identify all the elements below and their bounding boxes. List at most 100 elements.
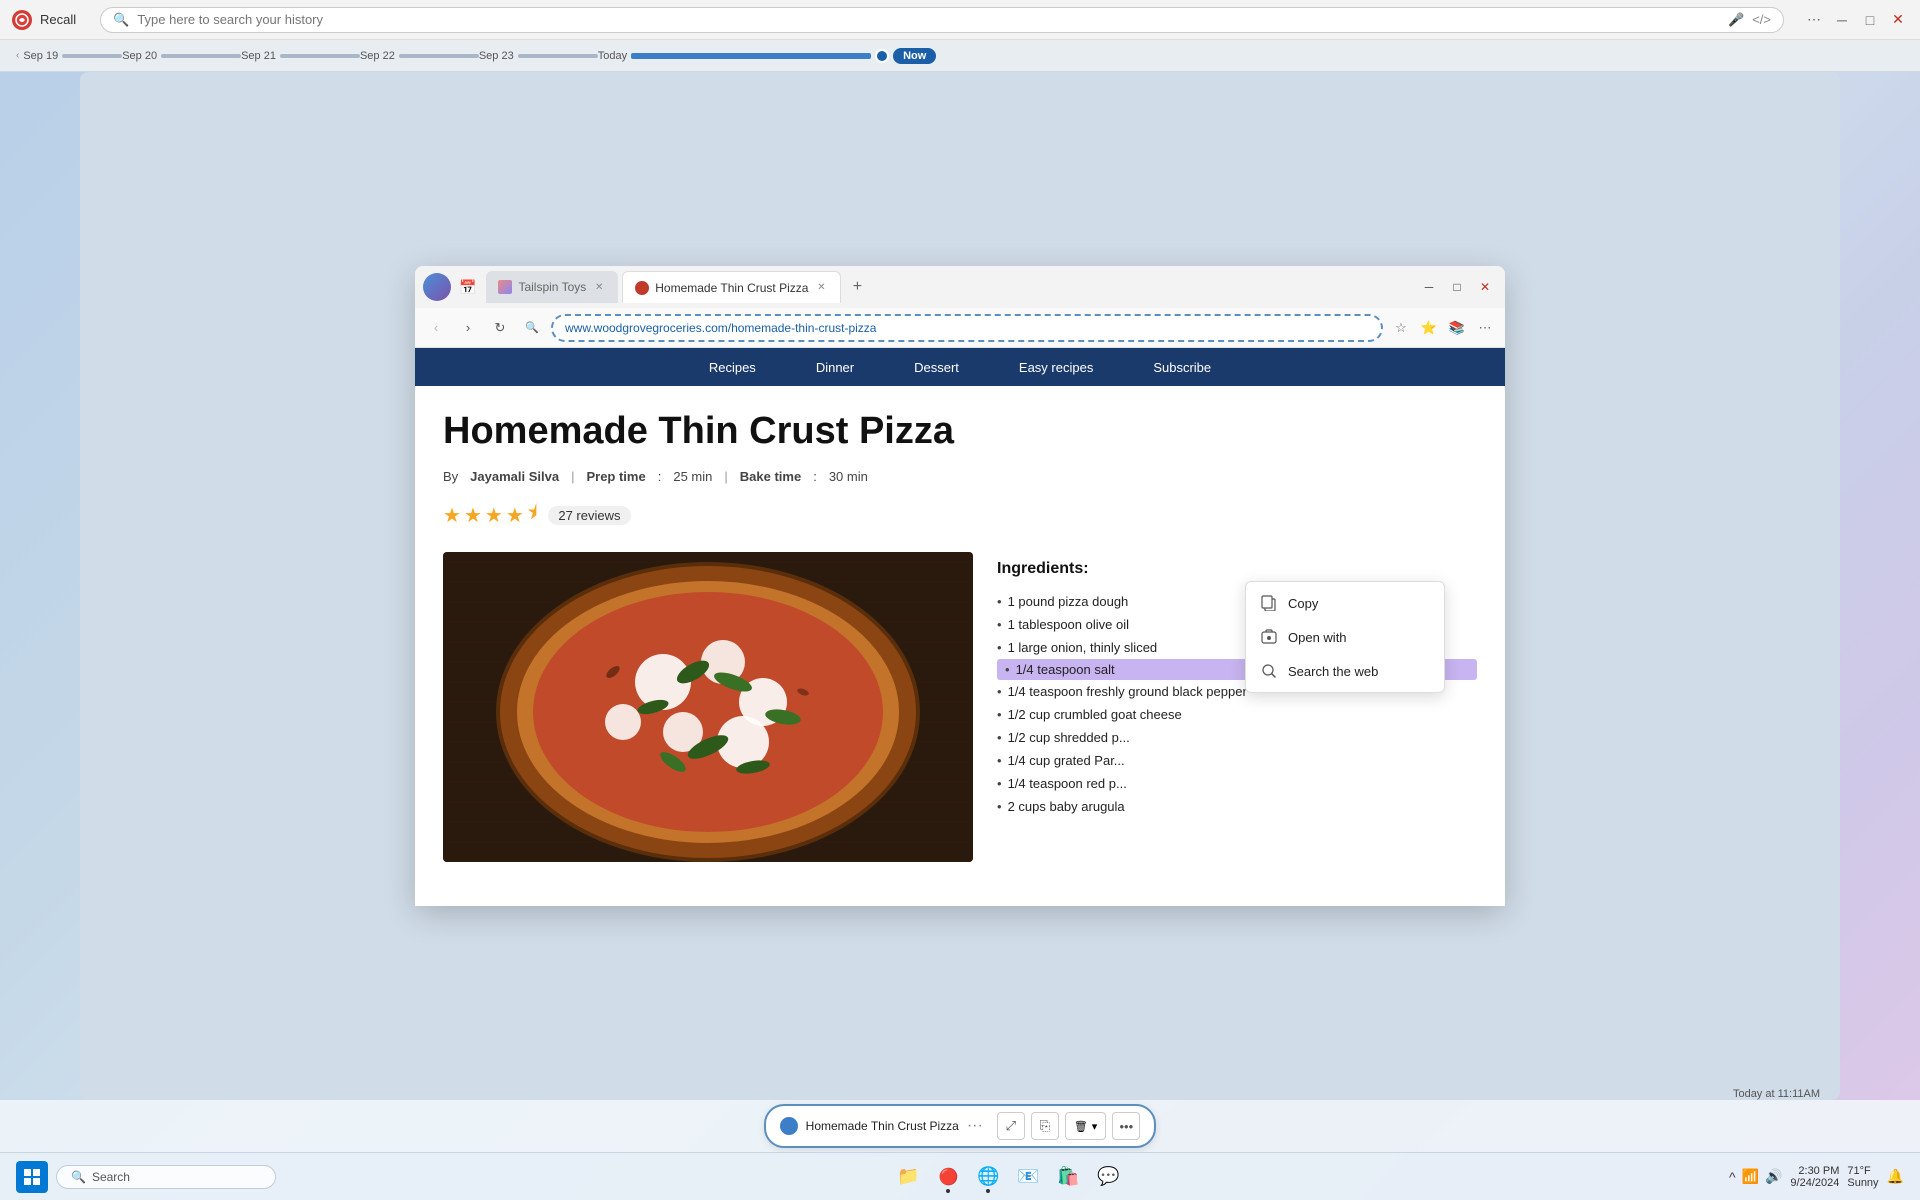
new-tab-button[interactable]: +: [845, 275, 869, 299]
timeline-bar-sep21: [280, 54, 360, 58]
nav-dessert[interactable]: Dessert: [914, 360, 959, 375]
star-2: ★: [464, 503, 482, 528]
recall-thumbnail[interactable]: Homemade Thin Crust Pizza ··· ⤢ ⎘ 🗑 ▾ ••…: [764, 1104, 1157, 1148]
timeline-section-sep22[interactable]: Sep 22: [360, 50, 479, 62]
url-field[interactable]: www.woodgrovegroceries.com/homemade-thin…: [551, 314, 1383, 342]
tab-pizza-close[interactable]: ✕: [814, 281, 828, 295]
recall-expand-button[interactable]: ⤢: [997, 1112, 1025, 1140]
code-icon[interactable]: </>: [1752, 12, 1771, 27]
bake-label: Bake time: [740, 469, 801, 484]
weather-widget[interactable]: 71°F Sunny: [1847, 1165, 1878, 1189]
taskbar-app-mail[interactable]: 📧: [1010, 1159, 1046, 1195]
mail-icon: 📧: [1017, 1166, 1039, 1187]
timeline-date-sep21: Sep 21: [241, 50, 276, 62]
nav-dinner[interactable]: Dinner: [816, 360, 854, 375]
timeline-section-sep21[interactable]: Sep 21: [241, 50, 360, 62]
window-controls: ⋯ ─ □ ✕: [1804, 10, 1908, 30]
app-icon: [12, 10, 32, 30]
recall-delete-dropdown[interactable]: 🗑 ▾: [1065, 1112, 1107, 1140]
context-menu-copy[interactable]: Copy: [1246, 586, 1444, 620]
timeline-section-sep20[interactable]: Sep 20: [122, 50, 241, 62]
taskbar-clock[interactable]: 2:30 PM 9/24/2024: [1790, 1165, 1839, 1189]
timeline-now-button[interactable]: Now: [893, 48, 936, 64]
volume-icon[interactable]: 🔊: [1765, 1168, 1782, 1185]
active-indicator: [946, 1189, 950, 1193]
context-menu-open-with[interactable]: Open with: [1246, 620, 1444, 654]
star-icon[interactable]: ⭐: [1417, 316, 1441, 340]
tailspin-favicon: [498, 280, 512, 294]
meta-separator-1: |: [571, 469, 574, 484]
more-icon[interactable]: ⋯: [1473, 316, 1497, 340]
app-title: Recall: [40, 12, 76, 27]
browser-close-button[interactable]: ✕: [1473, 275, 1497, 299]
weather-desc: Sunny: [1847, 1177, 1878, 1189]
tab-pizza[interactable]: Homemade Thin Crust Pizza ✕: [622, 271, 841, 303]
browser-maximize-button[interactable]: □: [1445, 275, 1469, 299]
taskbar-app-browser[interactable]: 🌐: [970, 1159, 1006, 1195]
open-with-icon: [1260, 628, 1278, 646]
timeline-date-sep23: Sep 23: [479, 50, 514, 62]
timeline-date-sep20: Sep 20: [122, 50, 157, 62]
store-icon: 🛍️: [1057, 1166, 1079, 1187]
nav-subscribe[interactable]: Subscribe: [1153, 360, 1211, 375]
back-button[interactable]: ‹: [423, 315, 449, 341]
timeline-date-sep22: Sep 22: [360, 50, 395, 62]
search-web-icon: [1260, 662, 1278, 680]
nav-recipes[interactable]: Recipes: [709, 360, 756, 375]
more-options-button[interactable]: ⋯: [1804, 10, 1824, 30]
nav-easy[interactable]: Easy recipes: [1019, 360, 1093, 375]
chevron-icon[interactable]: ^: [1729, 1169, 1736, 1185]
taskbar-app-teams[interactable]: 💬: [1090, 1159, 1126, 1195]
recall-thumb-title: Homemade Thin Crust Pizza: [806, 1119, 959, 1133]
search-address-icon: 🔍: [519, 315, 545, 341]
taskbar-apps: 📁 🔴 🌐 📧 🛍️ 💬: [288, 1159, 1729, 1195]
tab-tailspin[interactable]: Tailspin Toys ✕: [486, 271, 618, 303]
recall-copy-button[interactable]: ⎘: [1031, 1112, 1059, 1140]
minimize-button[interactable]: ─: [1832, 10, 1852, 30]
context-menu-search-web[interactable]: Search the web: [1246, 654, 1444, 688]
context-menu: Copy Open with Search the web: [1245, 581, 1445, 693]
browser-window-controls: ─ □ ✕: [1417, 275, 1497, 299]
favorites-icon[interactable]: ☆: [1389, 316, 1413, 340]
system-tray: ^ 📶 🔊: [1729, 1168, 1782, 1185]
maximize-button[interactable]: □: [1860, 10, 1880, 30]
taskbar-search-bar[interactable]: 🔍 Search: [56, 1165, 276, 1189]
network-icon[interactable]: 📶: [1742, 1168, 1759, 1185]
delete-icon: 🗑: [1074, 1120, 1088, 1133]
recall-more-button[interactable]: •••: [1112, 1112, 1140, 1140]
recall-search-bar[interactable]: 🔍 🎤 </>: [100, 7, 1784, 33]
tab-tailspin-label: Tailspin Toys: [518, 280, 586, 294]
timeline-section-today[interactable]: Today: [598, 49, 889, 63]
copy-label: Copy: [1288, 596, 1318, 611]
taskbar-app-recall[interactable]: 🔴: [930, 1159, 966, 1195]
refresh-button[interactable]: ↻: [487, 315, 513, 341]
clock-date: 9/24/2024: [1790, 1177, 1839, 1189]
timeline-bar-sep20: [161, 54, 241, 58]
browser-icon: 🌐: [977, 1166, 999, 1187]
collections-icon[interactable]: 📚: [1445, 316, 1469, 340]
recall-search-input[interactable]: [137, 12, 1720, 27]
ingredients-title: Ingredients:: [997, 560, 1477, 578]
recall-thumb-icon: [780, 1117, 798, 1135]
taskbar-app-store[interactable]: 🛍️: [1050, 1159, 1086, 1195]
notification-bell[interactable]: 🔔: [1887, 1168, 1904, 1185]
close-button[interactable]: ✕: [1888, 10, 1908, 30]
timeline-section-sep23[interactable]: Sep 23: [479, 50, 598, 62]
voice-icon[interactable]: 🎤: [1728, 12, 1744, 28]
taskbar-app-files[interactable]: 📁: [890, 1159, 926, 1195]
timeline-section-sep19[interactable]: ‹ Sep 19: [16, 50, 122, 62]
timeline-date-sep19: Sep 19: [23, 50, 58, 62]
ingredient-8: 1/4 teaspoon red p...: [997, 772, 1477, 795]
address-bar-icons: ☆ ⭐ 📚 ⋯: [1389, 316, 1497, 340]
url-text: www.woodgrovegroceries.com/homemade-thin…: [565, 321, 876, 335]
start-button[interactable]: [16, 1161, 48, 1193]
folder-icon: 📁: [897, 1166, 919, 1187]
tab-pizza-label: Homemade Thin Crust Pizza: [655, 281, 808, 295]
chevron-left-icon[interactable]: ‹: [16, 50, 19, 61]
tab-tailspin-close[interactable]: ✕: [592, 280, 606, 294]
browser-minimize-button[interactable]: ─: [1417, 275, 1441, 299]
open-with-label: Open with: [1288, 630, 1347, 645]
forward-button[interactable]: ›: [455, 315, 481, 341]
review-count[interactable]: 27 reviews: [548, 506, 630, 525]
datetime-label: Today at 11:11AM: [1733, 1088, 1820, 1100]
